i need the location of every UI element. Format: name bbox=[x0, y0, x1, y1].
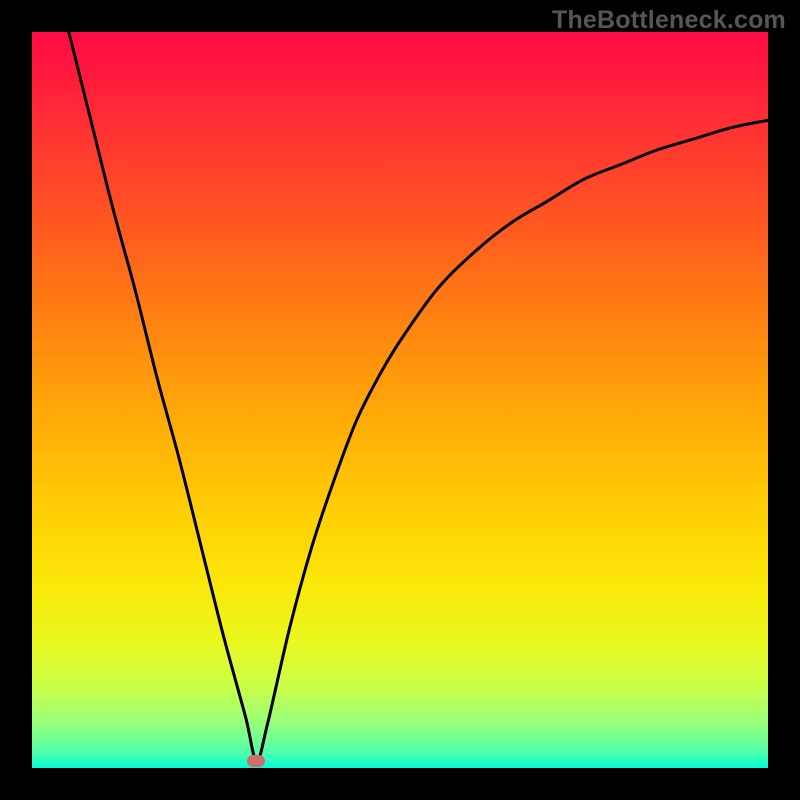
watermark-text: TheBottleneck.com bbox=[552, 6, 786, 35]
plot-area bbox=[32, 32, 768, 768]
chart-frame: TheBottleneck.com bbox=[0, 0, 800, 800]
curve-svg bbox=[32, 32, 768, 768]
bottleneck-curve bbox=[69, 32, 768, 761]
min-marker bbox=[247, 755, 265, 767]
